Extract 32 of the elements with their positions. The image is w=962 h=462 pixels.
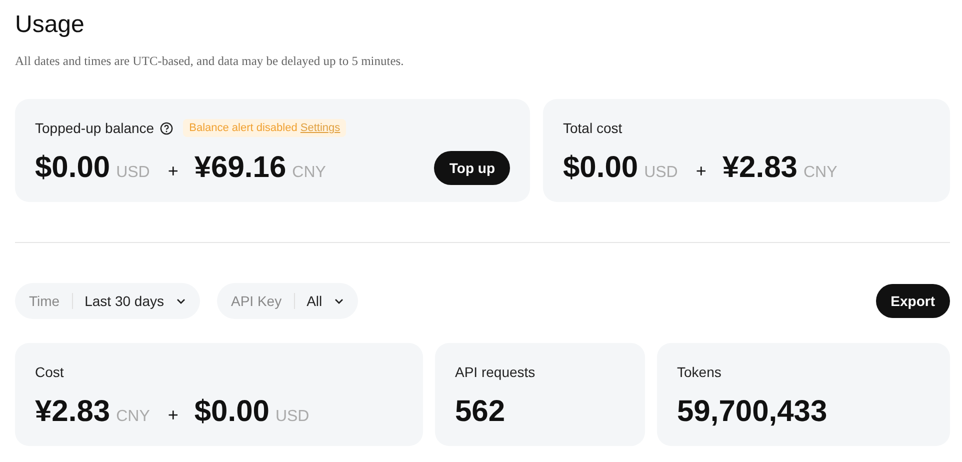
help-icon[interactable] bbox=[160, 122, 174, 134]
card-label: Cost bbox=[35, 364, 64, 380]
card-label: API requests bbox=[455, 364, 536, 380]
caret-icon bbox=[176, 296, 186, 306]
currency-label: USD bbox=[275, 408, 310, 426]
amount: $0.00 bbox=[194, 395, 270, 429]
export-button[interactable]: Export bbox=[876, 284, 950, 318]
currency-label: CNY bbox=[803, 164, 838, 182]
currency-label: USD bbox=[644, 164, 678, 182]
plus-sign: + bbox=[696, 161, 706, 182]
amount: ¥2.83 bbox=[722, 151, 798, 185]
filter-dropdown[interactable]: Time Last 30 days bbox=[15, 283, 200, 319]
top-up-button[interactable]: Top up bbox=[434, 151, 510, 185]
card-label: Tokens bbox=[677, 364, 722, 380]
stat-value: 562 bbox=[455, 395, 506, 429]
filter-dropdown[interactable]: API Key All bbox=[216, 283, 358, 319]
plus-sign: + bbox=[168, 161, 178, 182]
amount: $0.00 bbox=[563, 151, 638, 185]
amount: ¥2.83 bbox=[35, 395, 110, 429]
plus-sign: + bbox=[168, 405, 178, 426]
alert-notice: Balance alert disabled Settings bbox=[183, 119, 346, 137]
currency-label: CNY bbox=[116, 408, 150, 426]
subtitle: All dates and times are UTC-based, and data may be delayed up to 5 minutes. bbox=[15, 54, 405, 69]
card-label: Topped-up balance bbox=[35, 120, 154, 136]
stat-value: 59,700,433 bbox=[677, 395, 828, 429]
currency-label: USD bbox=[116, 164, 150, 182]
page-title: Usage bbox=[15, 10, 86, 40]
currency-label: CNY bbox=[292, 164, 326, 182]
amount: ¥69.16 bbox=[194, 151, 286, 185]
caret-icon bbox=[334, 296, 344, 306]
card-label: Total cost bbox=[563, 120, 622, 136]
amount: $0.00 bbox=[35, 151, 110, 185]
